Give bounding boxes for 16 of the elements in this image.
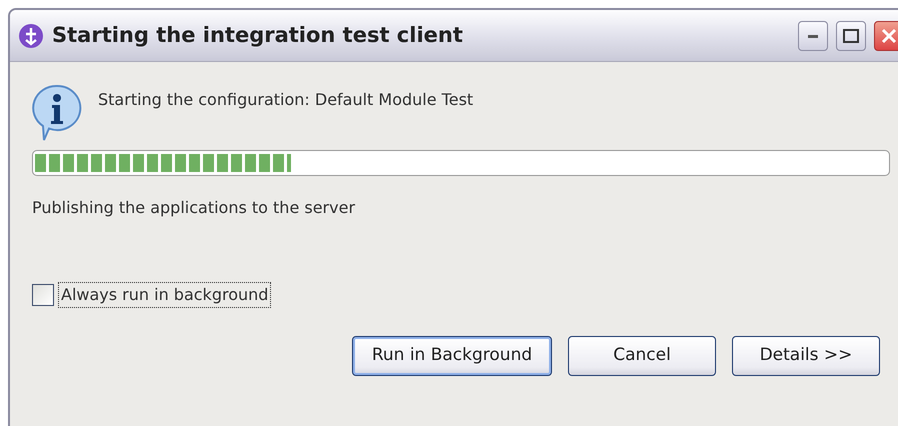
window-title: Starting the integration test client — [52, 22, 464, 49]
checkbox[interactable] — [32, 284, 54, 306]
maximize-icon — [843, 28, 859, 42]
minimize-icon — [808, 34, 818, 38]
dialog-button[interactable]: Cancel — [568, 336, 716, 376]
status-text: Publishing the applications to the server — [32, 197, 356, 219]
checkbox-label[interactable]: Always run in background — [58, 282, 272, 308]
close-button[interactable] — [874, 20, 898, 50]
info-icon — [32, 84, 82, 142]
maximize-button[interactable] — [836, 20, 866, 50]
dialog-button[interactable]: Details >> — [732, 336, 880, 376]
close-icon — [881, 28, 897, 44]
dialog-button[interactable]: Run in Background — [352, 336, 552, 376]
app-icon — [18, 22, 44, 48]
minimize-button[interactable] — [798, 20, 828, 50]
message-text: Starting the configuration: Default Module Test — [98, 89, 474, 111]
